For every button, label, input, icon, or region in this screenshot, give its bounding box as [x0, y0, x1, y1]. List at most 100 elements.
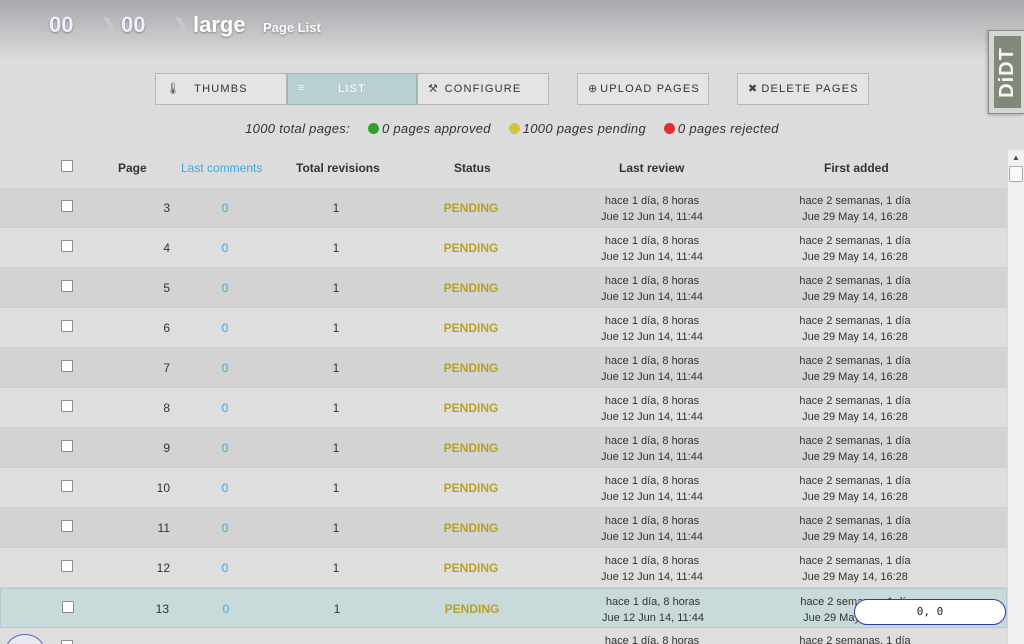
cell-last-comments[interactable]: 0	[213, 441, 237, 455]
row-checkbox[interactable]	[61, 400, 73, 412]
table-row[interactable]: 10 0 1 PENDING hace 1 día, 8 horas Jue 12 Jun…	[0, 468, 1007, 508]
row-checkbox[interactable]	[61, 320, 73, 332]
cell-status: PENDING	[443, 201, 499, 215]
first-added-relative: hace 2 semanas, 1 día	[799, 475, 911, 487]
cell-last-review: hace 1 día, 8 horas Jue 12 Jun 14, 11:44	[582, 233, 722, 265]
table-row[interactable]: hace 1 día, 8 horas hace 2 semanas, 1 día	[0, 628, 1007, 644]
cell-page[interactable]: 3	[163, 201, 170, 215]
cell-last-comments[interactable]: 0	[214, 602, 238, 616]
header-last-comments[interactable]: Last comments	[181, 161, 262, 175]
page-table: Page Last comments Total revisions Statu…	[0, 150, 1007, 644]
last-review-relative: hace 1 día, 8 horas	[604, 395, 700, 407]
upload-pages-button[interactable]: ⊕ UPLOAD PAGES	[577, 73, 709, 105]
cell-total-revisions: 1	[332, 521, 340, 535]
row-checkbox[interactable]	[61, 200, 73, 212]
cell-status: PENDING	[444, 602, 500, 616]
breadcrumb-item-2[interactable]: 00	[121, 12, 145, 38]
cell-last-comments[interactable]: 0	[213, 201, 237, 215]
table-row[interactable]: 12 0 1 PENDING hace 1 día, 8 horas Jue 12 Jun…	[0, 548, 1007, 588]
scroll-up-arrow-icon[interactable]: ▲	[1008, 150, 1024, 166]
vertical-scrollbar[interactable]: ▲	[1007, 150, 1024, 644]
pages-summary: 1000 total pages: 0 pages approved 1000 …	[0, 121, 1024, 136]
header-last-review[interactable]: Last review	[619, 161, 684, 175]
last-review-relative: hace 1 día, 8 horas	[604, 235, 700, 247]
header-status[interactable]: Status	[454, 161, 491, 175]
header-first-added[interactable]: First added	[824, 161, 889, 175]
table-row[interactable]: 3 0 1 PENDING hace 1 día, 8 horas Jue 12 Jun …	[0, 188, 1007, 228]
cell-page[interactable]: 12	[157, 561, 170, 575]
table-row[interactable]: 8 0 1 PENDING hace 1 día, 8 horas Jue 12 Jun …	[0, 388, 1007, 428]
row-checkbox[interactable]	[61, 480, 73, 492]
cell-page[interactable]: 8	[163, 401, 170, 415]
breadcrumb-item-1[interactable]: 00	[49, 12, 73, 38]
cell-page[interactable]: 4	[163, 241, 170, 255]
last-review-relative: hace 1 día, 8 horas	[604, 635, 700, 644]
cell-status: PENDING	[443, 561, 499, 575]
cell-last-comments[interactable]: 0	[213, 361, 237, 375]
first-added-date: Jue 29 May 14, 16:28	[802, 491, 908, 503]
cell-page[interactable]: 5	[163, 281, 170, 295]
cell-total-revisions: 1	[332, 441, 340, 455]
row-checkbox[interactable]	[61, 280, 73, 292]
cell-last-comments[interactable]: 0	[213, 401, 237, 415]
cell-first-added: hace 2 semanas, 1 día Jue 29 May 14, 16:2…	[780, 433, 930, 465]
first-added-relative: hace 2 semanas, 1 día	[799, 355, 911, 367]
last-review-relative: hace 1 día, 8 horas	[604, 515, 700, 527]
first-added-date: Jue 29 May 14, 16:28	[802, 331, 908, 343]
cell-last-comments[interactable]: 0	[213, 241, 237, 255]
row-checkbox[interactable]	[61, 240, 73, 252]
cell-last-comments[interactable]: 0	[213, 481, 237, 495]
row-checkbox[interactable]	[61, 520, 73, 532]
cell-last-review: hace 1 día, 8 horas Jue 12 Jun 14, 11:44	[582, 193, 722, 225]
logo-tab[interactable]: DiDT	[988, 30, 1024, 114]
pending-count: 1000 pages pending	[522, 121, 646, 136]
first-added-relative: hace 2 semanas, 1 día	[799, 195, 911, 207]
cell-last-comments[interactable]: 0	[213, 521, 237, 535]
scrollbar-thumb[interactable]	[1009, 166, 1023, 182]
cell-first-added: hace 2 semanas, 1 día Jue 29 May 14, 16:2…	[780, 233, 930, 265]
table-row[interactable]: 6 0 1 PENDING hace 1 día, 8 horas Jue 12 Jun …	[0, 308, 1007, 348]
first-added-relative: hace 2 semanas, 1 día	[799, 555, 911, 567]
cell-status: PENDING	[443, 241, 499, 255]
last-review-relative: hace 1 día, 8 horas	[604, 435, 700, 447]
last-review-date: Jue 12 Jun 14, 11:44	[602, 612, 704, 624]
breadcrumb-separator: ❯	[172, 15, 189, 37]
cell-page[interactable]: 11	[158, 521, 170, 535]
cell-last-comments[interactable]: 0	[213, 321, 237, 335]
cell-status: PENDING	[443, 361, 499, 375]
header-page[interactable]: Page	[118, 161, 147, 175]
table-row[interactable]: 4 0 1 PENDING hace 1 día, 8 horas Jue 12 Jun …	[0, 228, 1007, 268]
cell-first-added: hace 2 semanas, 1 día Jue 29 May 14, 16:2…	[780, 193, 930, 225]
cell-last-comments[interactable]: 0	[213, 281, 237, 295]
table-row[interactable]: 5 0 1 PENDING hace 1 día, 8 horas Jue 12 Jun …	[0, 268, 1007, 308]
cell-total-revisions: 1	[332, 241, 340, 255]
row-checkbox[interactable]	[62, 601, 74, 613]
last-review-relative: hace 1 día, 8 horas	[604, 475, 700, 487]
cell-status: PENDING	[443, 281, 499, 295]
cell-page[interactable]: 7	[163, 361, 170, 375]
row-checkbox[interactable]	[61, 560, 73, 572]
table-row[interactable]: 9 0 1 PENDING hace 1 día, 8 horas Jue 12 Jun …	[0, 428, 1007, 468]
cell-page[interactable]: 6	[163, 321, 170, 335]
header-total-revisions[interactable]: Total revisions	[296, 161, 380, 175]
cell-last-review: hace 1 día, 8 horas Jue 12 Jun 14, 11:44	[582, 273, 722, 305]
thumbs-button[interactable]: 🌡︎ THUMBS	[155, 73, 287, 105]
cell-last-comments[interactable]: 0	[213, 561, 237, 575]
row-checkbox[interactable]	[61, 640, 73, 644]
delete-pages-button[interactable]: ✖ DELETE PAGES	[737, 73, 869, 105]
breadcrumb-item-current: large	[193, 12, 246, 37]
row-checkbox[interactable]	[61, 440, 73, 452]
row-checkbox[interactable]	[61, 360, 73, 372]
cell-first-added: hace 2 semanas, 1 día Jue 29 May 14, 16:2…	[780, 273, 930, 305]
table-row[interactable]: 11 0 1 PENDING hace 1 día, 8 horas Jue 12 Jun…	[0, 508, 1007, 548]
cell-page[interactable]: 10	[157, 481, 170, 495]
rejected-dot-icon	[663, 123, 675, 134]
list-button[interactable]: ≡ LIST	[287, 73, 417, 105]
cell-page[interactable]: 13	[156, 602, 169, 616]
configure-button[interactable]: ⚒ CONFIGURE	[417, 73, 549, 105]
select-all-checkbox[interactable]	[61, 160, 73, 172]
cell-page[interactable]: 9	[163, 441, 170, 455]
cell-last-review: hace 1 día, 8 horas Jue 12 Jun 14, 11:44	[582, 473, 722, 505]
total-pages-text: 1000 total pages:	[245, 121, 351, 136]
table-row[interactable]: 7 0 1 PENDING hace 1 día, 8 horas Jue 12 Jun …	[0, 348, 1007, 388]
